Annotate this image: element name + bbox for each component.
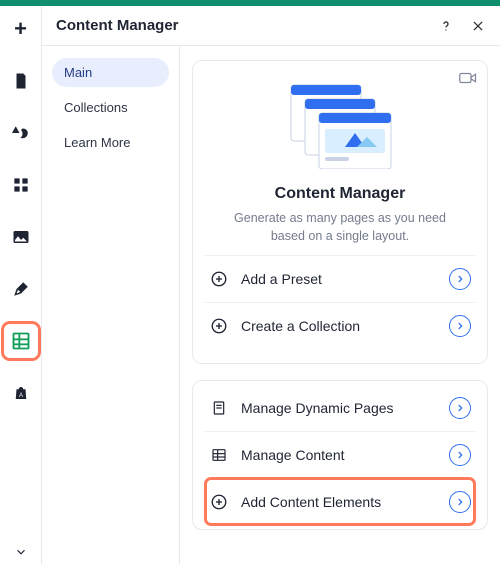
apps-icon: [13, 177, 29, 193]
action-manage-dynamic-pages[interactable]: Manage Dynamic Pages: [205, 385, 475, 431]
rail-more[interactable]: [4, 540, 38, 564]
action-add-content-elements[interactable]: Add Content Elements: [205, 478, 475, 525]
table-icon: [211, 447, 227, 463]
content-grid-icon: [11, 331, 31, 351]
plus-icon: +: [14, 18, 27, 40]
chevron-right-icon: [455, 497, 465, 507]
video-tour-button[interactable]: [459, 71, 477, 90]
panel-title: Content Manager: [56, 17, 424, 34]
rail-design[interactable]: [4, 116, 38, 150]
hero-illustration: [205, 75, 475, 179]
subnav-learn-more[interactable]: Learn More: [52, 128, 169, 157]
action-label: Add a Preset: [241, 271, 437, 287]
add-button[interactable]: +: [4, 12, 38, 46]
go-arrow: [449, 397, 471, 419]
pen-icon: [12, 280, 30, 298]
svg-text:A: A: [18, 393, 22, 399]
rail-content-manager[interactable]: [4, 324, 38, 358]
chevron-right-icon: [455, 403, 465, 413]
action-label: Manage Content: [241, 447, 437, 463]
panel-header: Content Manager: [42, 6, 500, 46]
page-icon: [12, 72, 30, 90]
go-arrow: [449, 315, 471, 337]
action-add-preset[interactable]: Add a Preset: [205, 255, 475, 302]
help-icon: [438, 18, 454, 34]
close-button[interactable]: [468, 16, 488, 36]
manage-card: Manage Dynamic Pages Manage Content Add …: [192, 380, 488, 530]
help-button[interactable]: [436, 16, 456, 36]
rail-pages[interactable]: [4, 64, 38, 98]
rail-media[interactable]: [4, 220, 38, 254]
close-icon: [471, 19, 485, 33]
plus-circle-icon: [210, 317, 228, 335]
video-icon: [459, 71, 477, 85]
chevron-right-icon: [455, 450, 465, 460]
action-label: Manage Dynamic Pages: [241, 400, 437, 416]
subnav-collections[interactable]: Collections: [52, 93, 169, 122]
go-arrow: [449, 444, 471, 466]
image-icon: [12, 228, 30, 246]
rail-apps[interactable]: [4, 168, 38, 202]
panel-subnav: Main Collections Learn More: [42, 46, 180, 564]
action-create-collection[interactable]: Create a Collection: [205, 302, 475, 349]
design-icon: [12, 124, 30, 142]
chevron-down-icon: [14, 545, 28, 559]
panel-content: Content Manager Generate as many pages a…: [180, 46, 500, 564]
store-icon: A: [12, 384, 30, 402]
plus-circle-icon: [210, 270, 228, 288]
subnav-main[interactable]: Main: [52, 58, 169, 87]
action-manage-content[interactable]: Manage Content: [205, 431, 475, 478]
hero-subtitle: Generate as many pages as you need based…: [230, 209, 450, 245]
plus-circle-icon: [210, 493, 228, 511]
hero-card: Content Manager Generate as many pages a…: [192, 60, 488, 364]
rail-store[interactable]: A: [4, 376, 38, 410]
chevron-right-icon: [455, 321, 465, 331]
go-arrow: [449, 268, 471, 290]
page-icon: [211, 400, 227, 416]
go-arrow: [449, 491, 471, 513]
action-label: Add Content Elements: [241, 494, 437, 510]
chevron-right-icon: [455, 274, 465, 284]
tool-rail: + A: [0, 6, 42, 564]
rail-blog[interactable]: [4, 272, 38, 306]
hero-title: Content Manager: [205, 185, 475, 203]
action-label: Create a Collection: [241, 318, 437, 334]
